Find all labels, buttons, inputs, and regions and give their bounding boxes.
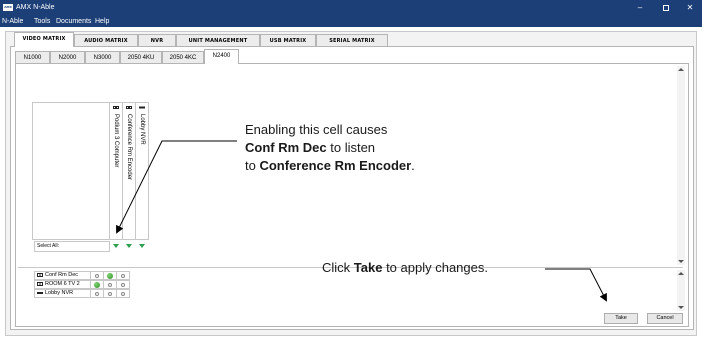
menu-documents[interactable]: Documents	[56, 16, 91, 27]
route-indicator	[121, 283, 125, 287]
cancel-button[interactable]: Cancel	[647, 313, 683, 324]
window-title: AMX N-Able	[16, 4, 55, 11]
select-column-arrow-icon[interactable]	[126, 244, 132, 248]
matrix-cell[interactable]	[91, 289, 104, 298]
select-all-label: Select All:	[34, 241, 110, 252]
scroll-up-icon[interactable]	[678, 272, 684, 275]
nvr-icon	[37, 291, 43, 294]
matrix-cell[interactable]	[91, 271, 104, 280]
encoder-icon	[113, 106, 119, 109]
column-header: Podium 3 Computer	[110, 102, 123, 240]
select-column-arrow-icon[interactable]	[113, 244, 119, 248]
title-bar: AMX AMX N-Able – ✕	[0, 0, 702, 16]
row-label: ROOM 6 TV 2	[34, 280, 91, 289]
tab-video-matrix[interactable]: VIDEO MATRIX	[14, 32, 74, 47]
nvr-icon	[139, 106, 145, 109]
minimize-button[interactable]: –	[630, 1, 650, 15]
column-label: Podium 3 Computer	[113, 114, 119, 168]
route-indicator	[121, 274, 125, 278]
vertical-scrollbar[interactable]	[677, 270, 685, 311]
cell-callout-text: Enabling this cell causes Conf Rm Dec to…	[245, 122, 415, 173]
decoder-icon	[37, 272, 43, 277]
take-button[interactable]: Take	[604, 313, 638, 324]
menu-bar: N-Able Tools Documents Help	[0, 16, 702, 27]
scroll-down-icon[interactable]	[678, 306, 684, 309]
menu-n-able[interactable]: N-Able	[2, 16, 23, 27]
decoder-icon	[37, 281, 43, 286]
route-indicator	[108, 292, 112, 296]
route-indicator-enabled	[94, 282, 100, 288]
encoder-icon	[126, 106, 132, 109]
column-header: Lobby NVR	[136, 102, 149, 240]
route-indicator-enabled	[107, 273, 113, 279]
select-column-arrow-icon[interactable]	[139, 244, 145, 248]
main-area: VIDEO MATRIX AUDIO MATRIX NVR UNIT MANAG…	[5, 31, 697, 336]
take-callout-text: Click Take to apply changes.	[322, 260, 488, 275]
route-indicator	[108, 283, 112, 287]
close-button[interactable]: ✕	[680, 1, 700, 15]
menu-help[interactable]: Help	[95, 16, 109, 27]
route-indicator	[95, 274, 99, 278]
matrix-cell[interactable]	[104, 289, 117, 298]
matrix-corner-cell	[32, 102, 110, 240]
matrix-cell[interactable]	[117, 280, 130, 289]
route-indicator	[121, 292, 125, 296]
subtab-n2400[interactable]: N2400	[204, 49, 239, 64]
column-label: Conference Rm Encoder	[126, 114, 132, 181]
column-header: Conference Rm Encoder	[123, 102, 136, 240]
column-label: Lobby NVR	[139, 114, 145, 145]
matrix-cell[interactable]	[117, 289, 130, 298]
matrix-cell[interactable]	[117, 271, 130, 280]
scroll-down-icon[interactable]	[678, 260, 684, 263]
maximize-button[interactable]	[656, 1, 676, 15]
video-matrix-panel: N1000 N2000 N3000 2050 4KU 2050 4KC N240…	[10, 46, 694, 330]
app-logo-icon: AMX	[3, 4, 13, 11]
matrix-cell[interactable]	[91, 280, 104, 289]
vertical-scrollbar[interactable]	[677, 66, 685, 265]
row-label: Lobby NVR	[34, 289, 91, 298]
n2400-matrix-panel: Podium 3 Computer Conference Rm Encoder …	[15, 63, 689, 327]
matrix-cell[interactable]	[104, 280, 117, 289]
row-label: Conf Rm Dec	[34, 271, 91, 280]
matrix-cell[interactable]	[104, 271, 117, 280]
scroll-up-icon[interactable]	[678, 68, 684, 71]
menu-tools[interactable]: Tools	[34, 16, 50, 27]
route-indicator	[95, 292, 99, 296]
